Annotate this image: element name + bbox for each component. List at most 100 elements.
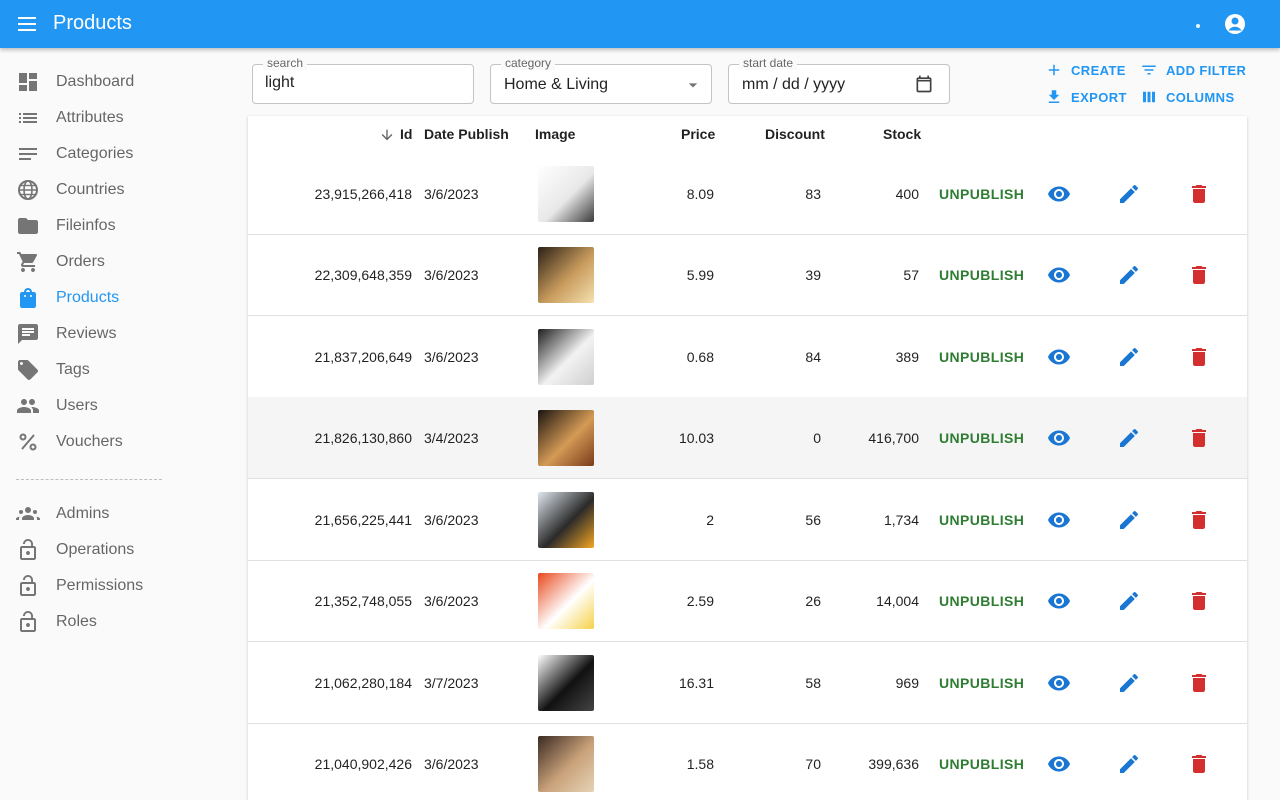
add-filter-button[interactable]: ADD FILTER <box>1140 58 1246 82</box>
table-row[interactable]: 21,062,280,184 3/7/2023 16.31 58 969 UNPUBLIS… <box>248 642 1247 724</box>
edit-icon[interactable] <box>1117 263 1141 287</box>
cell-date-publish: 3/6/2023 <box>424 186 479 202</box>
sidebar-item-fileinfos[interactable]: Fileinfos <box>0 208 240 244</box>
sidebar-item-products[interactable]: Products <box>0 280 240 316</box>
product-image[interactable] <box>538 410 594 466</box>
cell-price: 8.09 <box>686 186 714 202</box>
table-row[interactable]: 22,309,648,359 3/6/2023 5.99 39 57 UNPUBLISH <box>248 234 1247 316</box>
table-row[interactable]: 21,837,206,649 3/6/2023 0.68 84 389 UNPUBLISH <box>248 316 1247 398</box>
edit-icon[interactable] <box>1117 182 1141 206</box>
sidebar-item-admins[interactable]: Admins <box>0 496 240 532</box>
cell-discount: 56 <box>805 512 821 528</box>
edit-icon[interactable] <box>1117 508 1141 532</box>
table-row[interactable]: 21,656,225,441 3/6/2023 2 56 1,734 UNPUBLISH <box>248 479 1247 561</box>
product-image[interactable] <box>538 655 594 711</box>
header-id[interactable]: Id <box>400 126 412 142</box>
unpublish-button[interactable]: UNPUBLISH <box>939 512 1024 528</box>
sort-arrow-down-icon[interactable] <box>379 127 395 143</box>
unpublish-button[interactable]: UNPUBLISH <box>939 593 1024 609</box>
view-icon[interactable] <box>1047 671 1071 695</box>
cart-icon <box>17 252 38 272</box>
product-image[interactable] <box>538 329 594 385</box>
product-image[interactable] <box>538 247 594 303</box>
delete-icon[interactable] <box>1187 426 1211 450</box>
edit-icon[interactable] <box>1117 589 1141 613</box>
sidebar-item-users[interactable]: Users <box>0 388 240 424</box>
sidebar-item-categories[interactable]: Categories <box>0 136 240 172</box>
view-icon[interactable] <box>1047 263 1071 287</box>
header-discount[interactable]: Discount <box>765 126 825 142</box>
delete-icon[interactable] <box>1187 671 1211 695</box>
table-row[interactable]: 21,352,748,055 3/6/2023 2.59 26 14,004 UNPUBL… <box>248 560 1247 642</box>
groups-icon <box>16 507 40 520</box>
sidebar-item-tags[interactable]: Tags <box>0 352 240 388</box>
cell-stock: 969 <box>895 675 919 691</box>
header-stock[interactable]: Stock <box>883 126 921 142</box>
view-icon[interactable] <box>1047 182 1071 206</box>
table-row[interactable]: 21,826,130,860 3/4/2023 10.03 0 416,700 UNPUB… <box>248 397 1247 479</box>
view-icon[interactable] <box>1047 752 1071 776</box>
cell-id: 21,040,902,426 <box>314 756 412 772</box>
cell-price: 5.99 <box>686 267 714 283</box>
sidebar-item-reviews[interactable]: Reviews <box>0 316 240 352</box>
cell-date-publish: 3/6/2023 <box>424 267 479 283</box>
cell-id: 23,915,266,418 <box>314 186 412 202</box>
category-label: category <box>501 56 556 70</box>
view-icon[interactable] <box>1047 426 1071 450</box>
header-date-publish[interactable]: Date Publish <box>424 126 509 142</box>
cell-stock: 416,700 <box>868 430 919 446</box>
view-icon[interactable] <box>1047 508 1071 532</box>
unpublish-button[interactable]: UNPUBLISH <box>939 675 1024 691</box>
account-icon[interactable] <box>1223 12 1247 36</box>
table-row[interactable]: 23,915,266,418 3/6/2023 8.09 83 400 UNPUBLISH <box>248 153 1247 235</box>
view-icon[interactable] <box>1047 345 1071 369</box>
unpublish-button[interactable]: UNPUBLISH <box>939 186 1024 202</box>
sidebar-item-orders[interactable]: Orders <box>0 244 240 280</box>
product-image[interactable] <box>538 166 594 222</box>
unpublish-button[interactable]: UNPUBLISH <box>939 349 1024 365</box>
cell-discount: 39 <box>805 267 821 283</box>
delete-icon[interactable] <box>1187 752 1211 776</box>
scrollbar[interactable] <box>1264 48 1280 800</box>
export-button[interactable]: EXPORT <box>1045 85 1127 109</box>
edit-icon[interactable] <box>1117 345 1141 369</box>
unpublish-button[interactable]: UNPUBLISH <box>939 430 1024 446</box>
edit-icon[interactable] <box>1117 671 1141 695</box>
delete-icon[interactable] <box>1187 345 1211 369</box>
search-field[interactable]: search <box>252 56 474 104</box>
delete-icon[interactable] <box>1187 182 1211 206</box>
edit-icon[interactable] <box>1117 426 1141 450</box>
list-icon <box>19 113 37 123</box>
product-image[interactable] <box>538 736 594 792</box>
delete-icon[interactable] <box>1187 263 1211 287</box>
edit-icon[interactable] <box>1117 752 1141 776</box>
columns-button[interactable]: COLUMNS <box>1140 85 1235 109</box>
header-image[interactable]: Image <box>535 126 575 142</box>
sidebar-item-countries[interactable]: Countries <box>0 172 240 208</box>
sidebar-item-permissions[interactable]: Permissions <box>0 568 240 604</box>
sidebar-item-attributes[interactable]: Attributes <box>0 100 240 136</box>
sidebar-item-operations[interactable]: Operations <box>0 532 240 568</box>
cell-date-publish: 3/6/2023 <box>424 593 479 609</box>
product-image[interactable] <box>538 573 594 629</box>
delete-icon[interactable] <box>1187 508 1211 532</box>
search-input[interactable] <box>265 74 455 92</box>
calendar-icon[interactable] <box>914 74 934 94</box>
view-icon[interactable] <box>1047 589 1071 613</box>
unpublish-button[interactable]: UNPUBLISH <box>939 267 1024 283</box>
table-row[interactable]: 21,040,902,426 3/6/2023 1.58 70 399,636 UNPUB… <box>248 723 1247 800</box>
sidebar-item-roles[interactable]: Roles <box>0 604 240 640</box>
cell-stock: 57 <box>903 267 919 283</box>
start-date-field[interactable]: start date mm / dd / yyyy <box>728 56 950 104</box>
header-price[interactable]: Price <box>681 126 715 142</box>
delete-icon[interactable] <box>1187 589 1211 613</box>
search-label: search <box>263 56 308 70</box>
sidebar-item-dashboard[interactable]: Dashboard <box>0 64 240 100</box>
menu-icon[interactable] <box>16 12 40 36</box>
category-select[interactable]: category Home & Living <box>490 56 712 104</box>
create-button[interactable]: CREATE <box>1045 58 1126 82</box>
cell-date-publish: 3/6/2023 <box>424 756 479 772</box>
sidebar-item-vouchers[interactable]: Vouchers <box>0 424 240 460</box>
product-image[interactable] <box>538 492 594 548</box>
unpublish-button[interactable]: UNPUBLISH <box>939 756 1024 772</box>
